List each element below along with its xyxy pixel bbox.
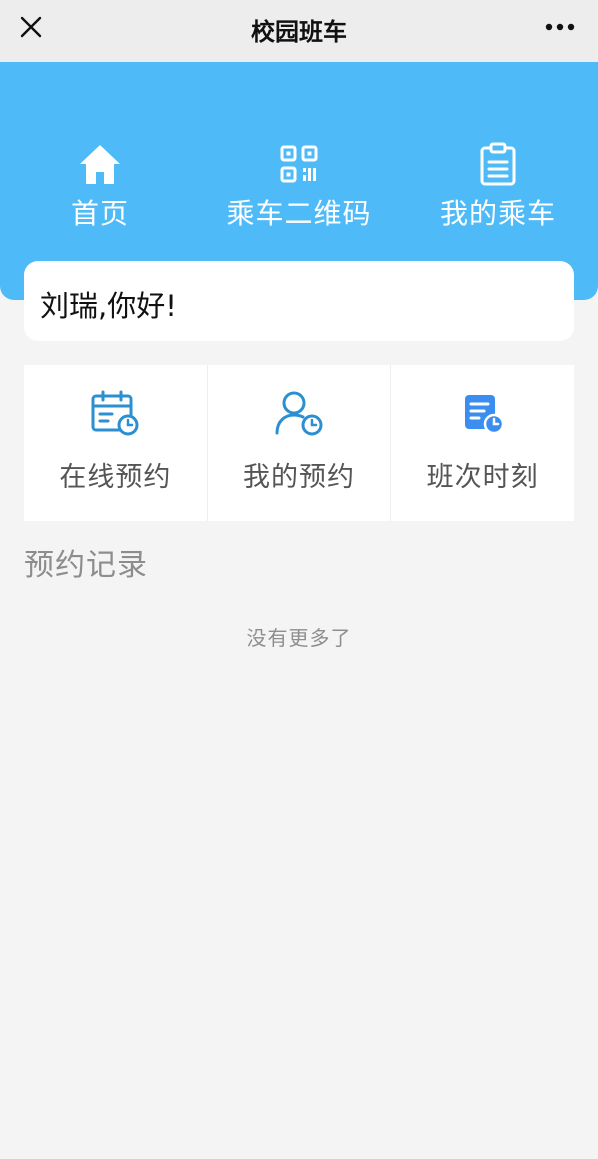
calendar-clock-icon	[91, 390, 139, 436]
home-icon	[80, 145, 120, 184]
nav-item-qr-code[interactable]: 乘车二维码	[199, 142, 399, 232]
document-clock-icon	[464, 395, 504, 435]
title-bar: 校园班车	[0, 0, 598, 62]
nav-item-my-rides[interactable]: 我的乘车	[398, 142, 598, 232]
online-booking-button[interactable]: 在线预约	[24, 365, 208, 521]
action-label: 我的预约	[243, 462, 355, 493]
action-label: 在线预约	[59, 462, 172, 493]
nav-item-label: 首页	[70, 197, 129, 230]
more-dots-icon	[545, 23, 575, 31]
nav-item-label: 乘车二维码	[226, 197, 372, 230]
clipboard-icon	[480, 142, 516, 186]
actions-grid: 在线预约 我的预约 班次时刻	[24, 365, 574, 521]
schedule-times-button[interactable]: 班次时刻	[391, 365, 574, 521]
nav-item-home[interactable]: 首页	[0, 142, 200, 232]
page-title: 校园班车	[251, 18, 347, 46]
greeting-card: 刘瑞,你好!	[24, 261, 574, 341]
greeting-text: 刘瑞,你好!	[40, 289, 177, 323]
nav-item-label: 我的乘车	[439, 197, 556, 230]
records-section-title: 预约记录	[24, 548, 148, 583]
qr-code-icon	[280, 145, 318, 183]
user-clock-icon	[275, 391, 323, 436]
more-button[interactable]	[540, 10, 580, 44]
no-more-text: 没有更多了	[246, 626, 352, 650]
my-bookings-button[interactable]: 我的预约	[208, 365, 392, 521]
action-label: 班次时刻	[426, 462, 539, 493]
